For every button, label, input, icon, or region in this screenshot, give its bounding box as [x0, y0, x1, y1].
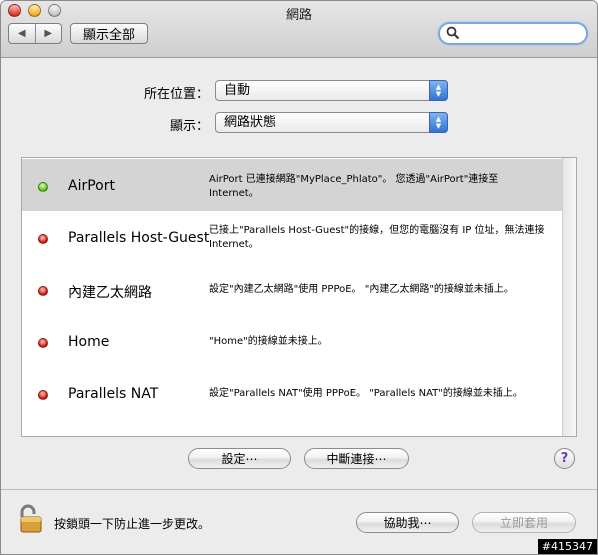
- status-disconnected-icon: [38, 390, 48, 400]
- location-label: 所在位置：: [143, 87, 209, 102]
- service-name: Parallels Host-Guest: [68, 230, 210, 246]
- service-row-parallels-nat[interactable]: Parallels NAT 設定"Parallels NAT"使用 PPPoE。…: [22, 367, 563, 419]
- chevron-left-icon: ◀: [17, 28, 26, 39]
- status-disconnected-icon: [38, 338, 48, 348]
- status-disconnected-icon: [38, 234, 48, 244]
- window-title: 網路: [285, 8, 312, 23]
- divider: [1, 489, 597, 490]
- lock-open-icon[interactable]: [18, 504, 44, 534]
- back-button[interactable]: ◀: [9, 24, 35, 43]
- show-label: 顯示：: [169, 119, 209, 134]
- service-row-home[interactable]: Home "Home"的接線並未接上。: [22, 315, 563, 367]
- search-input[interactable]: [464, 26, 579, 41]
- service-description: 設定"內建乙太網路"使用 PPPoE。 "內建乙太網路"的接線並未插上。: [209, 284, 514, 295]
- disconnect-button[interactable]: 中斷連接⋯: [304, 448, 409, 469]
- help-icon[interactable]: ?: [554, 448, 575, 469]
- toolbar: 網路 ◀ ▶ 顯示全部: [1, 1, 597, 58]
- list-scrollbar[interactable]: [562, 158, 576, 436]
- popup-arrows-icon: ▲ ▼: [429, 112, 448, 133]
- lock-hint-text: 按鎖頭一下防止進一步更改。: [54, 517, 211, 531]
- popup-arrows-icon: ▲ ▼: [429, 80, 448, 101]
- service-name: 內建乙太網路: [68, 285, 152, 301]
- location-popup[interactable]: 自動 ▲ ▼: [215, 80, 448, 101]
- forward-button[interactable]: ▶: [34, 24, 62, 43]
- service-description: 設定"Parallels NAT"使用 PPPoE。 "Parallels NA…: [209, 388, 523, 399]
- show-all-button[interactable]: 顯示全部: [70, 23, 148, 44]
- service-row-built-in-ethernet[interactable]: 內建乙太網路 設定"內建乙太網路"使用 PPPoE。 "內建乙太網路"的接線並未…: [22, 263, 563, 315]
- service-name: Parallels NAT: [68, 386, 159, 402]
- search-icon: [446, 26, 460, 40]
- location-value: 自動: [224, 83, 251, 98]
- back-forward-control: ◀ ▶: [8, 23, 62, 44]
- service-row-airport[interactable]: AirPort AirPort 已連接網路"MyPlace_Phlato"。 您…: [22, 159, 563, 211]
- service-name: Home: [68, 334, 110, 350]
- service-description: "Home"的接線並未接上。: [209, 336, 328, 347]
- service-list[interactable]: AirPort AirPort 已連接網路"MyPlace_Phlato"。 您…: [21, 157, 577, 437]
- service-row-parallels-host-guest[interactable]: Parallels Host-Guest 已接上"Parallels Host-…: [22, 211, 563, 263]
- status-disconnected-icon: [38, 286, 48, 296]
- service-description: 已接上"Parallels Host-Guest"的接線，但您的電腦沒有 IP …: [209, 225, 545, 250]
- chevron-right-icon: ▶: [44, 28, 53, 39]
- configure-button[interactable]: 設定⋯: [188, 448, 291, 469]
- service-name: AirPort: [68, 178, 115, 194]
- apply-now-button[interactable]: 立即套用: [472, 512, 576, 533]
- assist-me-button[interactable]: 協助我⋯: [356, 512, 459, 533]
- show-popup[interactable]: 網路狀態 ▲ ▼: [215, 112, 448, 133]
- status-connected-icon: [38, 182, 48, 192]
- service-description: AirPort 已連接網路"MyPlace_Phlato"。 您透過"AirPo…: [209, 174, 499, 199]
- watermark-tag: #415347: [537, 539, 597, 554]
- network-preferences-window: 網路 ◀ ▶ 顯示全部 所在位置： 自動 ▲ ▼ 顯示： 網路狀態 ▲ ▼ Ai…: [0, 0, 598, 555]
- show-value: 網路狀態: [224, 115, 277, 130]
- search-field[interactable]: [438, 22, 588, 45]
